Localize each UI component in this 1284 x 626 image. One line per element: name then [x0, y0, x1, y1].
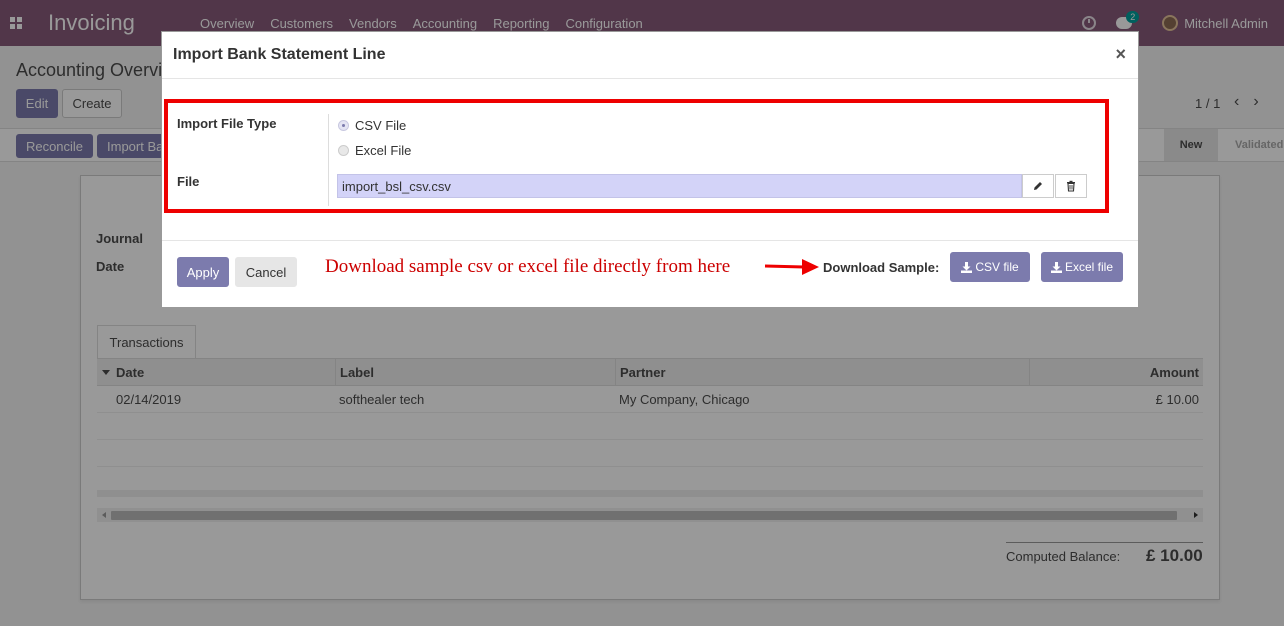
annotation-text: Download sample csv or excel file direct…: [325, 256, 731, 277]
download-excel-button[interactable]: Excel file: [1041, 252, 1123, 282]
download-sample-label: Download Sample:: [823, 260, 940, 275]
download-icon: [961, 261, 973, 273]
pencil-icon: [1034, 182, 1042, 190]
file-type-label: Import File Type: [177, 116, 277, 131]
dialog-title: Import Bank Statement Line: [173, 46, 386, 63]
radio-excel-dot[interactable]: [338, 145, 349, 156]
file-label: File: [177, 174, 200, 189]
dialog-header: Import Bank Statement Line ×: [162, 32, 1138, 79]
radio-excel-label[interactable]: Excel File: [355, 143, 411, 158]
import-dialog: Import Bank Statement Line × Import File…: [161, 31, 1139, 308]
file-input[interactable]: import_bsl_csv.csv: [337, 174, 1022, 198]
field-separator: [328, 114, 329, 206]
apply-button[interactable]: Apply: [177, 257, 229, 287]
csv-button-label: CSV file: [975, 260, 1019, 274]
download-csv-button[interactable]: CSV file: [950, 252, 1030, 282]
download-icon: [1050, 261, 1062, 273]
trash-icon: [1067, 180, 1075, 192]
edit-file-button[interactable]: [1022, 174, 1054, 198]
close-icon[interactable]: ×: [1115, 44, 1126, 65]
delete-file-button[interactable]: [1055, 174, 1087, 198]
red-arrow-icon: [764, 259, 819, 275]
cancel-button[interactable]: Cancel: [235, 257, 297, 287]
radio-csv-label[interactable]: CSV File: [355, 118, 406, 133]
radio-csv[interactable]: CSV File: [338, 118, 406, 133]
radio-csv-dot[interactable]: [338, 120, 349, 131]
excel-button-label: Excel file: [1064, 260, 1114, 274]
dialog-footer: Apply Cancel Download sample csv or exce…: [162, 240, 1138, 308]
radio-excel[interactable]: Excel File: [338, 143, 411, 158]
